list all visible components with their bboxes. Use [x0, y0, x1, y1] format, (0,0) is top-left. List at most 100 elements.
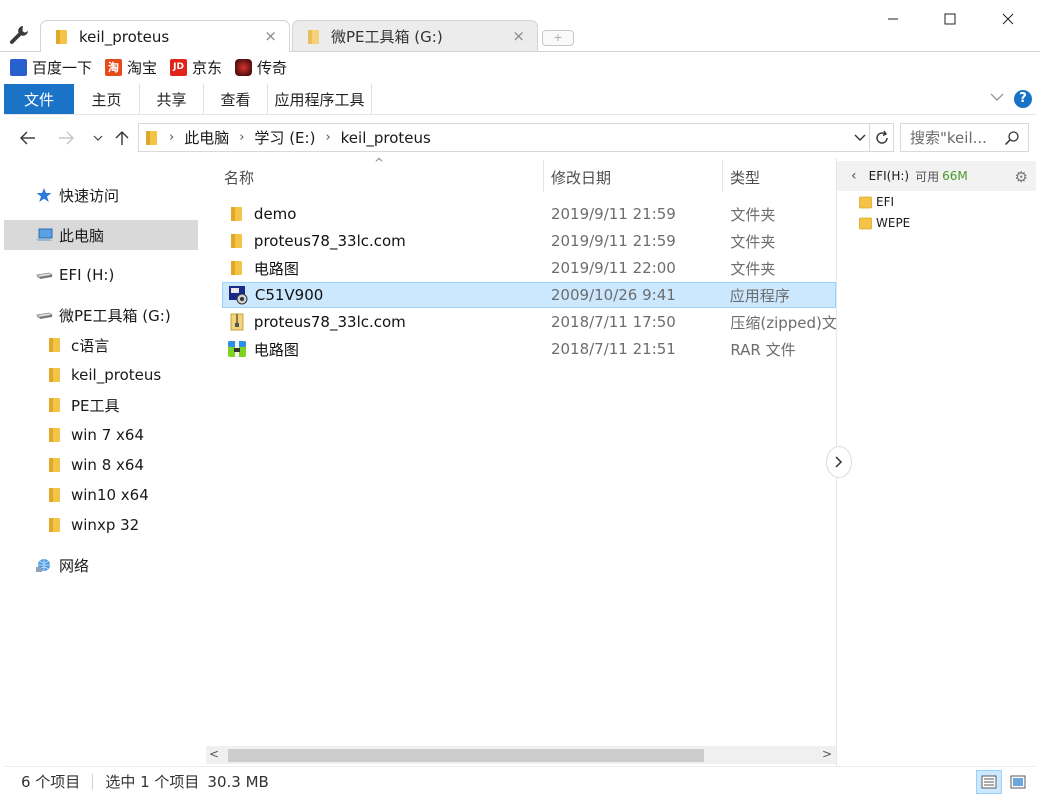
nav-item-network[interactable]: 网络	[4, 550, 198, 580]
breadcrumb-separator-icon[interactable]: ›	[169, 130, 174, 145]
scroll-left-icon[interactable]: <	[209, 747, 219, 761]
network-icon	[36, 559, 50, 572]
nav-item-c-language[interactable]: c语言	[4, 330, 198, 360]
tab-close-icon[interactable]: ×	[512, 27, 525, 45]
folder-icon	[49, 488, 60, 502]
nav-item-wepe-drive[interactable]: 微PE工具箱 (G:)	[4, 300, 198, 330]
bookmark-jd[interactable]: JD 京东	[170, 57, 222, 78]
file-row-circuit-folder[interactable]: 电路图 2019/9/11 22:00 文件夹	[222, 255, 836, 281]
column-name[interactable]: 名称	[224, 167, 254, 188]
file-modified: 2019/9/11 22:00	[550, 259, 676, 277]
maximize-button[interactable]	[927, 6, 973, 32]
bookmark-taobao[interactable]: 淘 淘宝	[105, 57, 157, 78]
nav-item-efi-drive[interactable]: EFI (H:)	[4, 260, 198, 290]
nav-item-label: 快速访问	[59, 186, 120, 205]
column-type[interactable]: 类型	[730, 167, 760, 188]
side-panel-item-label: EFI	[876, 195, 895, 209]
file-type: 文件夹	[730, 232, 776, 251]
nav-item-this-pc[interactable]: 此电脑	[4, 220, 198, 250]
preview-pane-toggle[interactable]	[826, 446, 852, 478]
up-button[interactable]	[112, 128, 132, 148]
chevron-down-icon[interactable]	[853, 129, 867, 147]
ribbon-tab-home[interactable]: 主页	[74, 84, 140, 114]
side-panel-item-efi[interactable]: EFI	[859, 195, 894, 209]
folder-icon	[49, 458, 60, 472]
close-button[interactable]	[985, 6, 1031, 32]
nav-item-label: win 7 x64	[71, 426, 144, 444]
details-view-button[interactable]	[976, 770, 1002, 794]
file-name: proteus78_33lc.com	[253, 232, 406, 250]
tab-label: 微PE工具箱 (G:)	[331, 28, 443, 46]
file-row-circuit-rar[interactable]: 电路图 2018/7/11 21:51 RAR 文件	[222, 336, 836, 362]
breadcrumb-separator-icon[interactable]: ›	[325, 130, 330, 145]
breadcrumb-separator-icon[interactable]: ›	[239, 130, 244, 145]
file-row-demo[interactable]: demo 2019/9/11 21:59 文件夹	[222, 201, 836, 227]
ribbon-tabs: 文件 主页 共享 查看 应用程序工具 ?	[4, 84, 1036, 115]
back-button[interactable]	[18, 128, 38, 148]
breadcrumb-keil-proteus[interactable]: keil_proteus	[341, 129, 431, 147]
nav-item-label: EFI (H:)	[59, 266, 115, 284]
column-divider[interactable]	[722, 160, 723, 192]
recent-locations-button[interactable]	[88, 128, 108, 148]
baidu-icon: 🐾	[10, 58, 27, 76]
column-modified[interactable]: 修改日期	[551, 167, 611, 188]
wrench-icon[interactable]	[8, 24, 30, 46]
nav-item-pe-tools[interactable]: PE工具	[4, 390, 198, 420]
file-type: 应用程序	[729, 286, 790, 305]
chevron-left-icon[interactable]: ‹	[851, 168, 857, 184]
new-tab-button[interactable]: +	[542, 30, 574, 46]
tab-wepe[interactable]: 微PE工具箱 (G:) ×	[292, 20, 538, 52]
file-modified: 2018/7/11 17:50	[550, 313, 676, 331]
address-bar[interactable]: › 此电脑 › 学习 (E:) › keil_proteus	[138, 123, 870, 152]
nav-item-keil-proteus[interactable]: keil_proteus	[4, 360, 198, 390]
forward-button[interactable]	[56, 128, 76, 148]
game-icon	[235, 58, 253, 76]
nav-item-label: c语言	[71, 336, 110, 355]
nav-item-winxp[interactable]: winxp 32	[4, 510, 198, 540]
breadcrumb-drive-e[interactable]: 学习 (E:)	[254, 127, 315, 148]
gear-icon[interactable]: ⚙	[1015, 168, 1028, 186]
file-modified: 2018/7/11 21:51	[550, 340, 676, 358]
file-type: RAR 文件	[730, 340, 796, 359]
scrollbar-thumb[interactable]	[228, 749, 704, 762]
nav-item-win7[interactable]: win 7 x64	[4, 420, 198, 450]
arrow-right-icon	[59, 131, 74, 145]
selection-count: 选中 1 个项目	[105, 773, 200, 791]
bookmark-baidu[interactable]: 🐾 百度一下	[10, 57, 92, 78]
minimize-button[interactable]	[870, 6, 916, 32]
side-panel-item-wepe[interactable]: WEPE	[859, 216, 910, 230]
file-name: 电路图	[253, 340, 299, 359]
folder-icon	[859, 217, 872, 229]
nav-item-win10[interactable]: win10 x64	[4, 480, 198, 510]
file-type: 文件夹	[730, 259, 776, 278]
nav-item-win8[interactable]: win 8 x64	[4, 450, 198, 480]
folder-icon	[49, 518, 60, 532]
refresh-button[interactable]	[870, 123, 894, 152]
column-divider[interactable]	[543, 160, 544, 192]
scroll-right-icon[interactable]: >	[822, 747, 832, 761]
arrow-left-icon	[20, 131, 35, 145]
file-row-c51v900[interactable]: C51V900 2009/10/26 9:41 应用程序	[222, 282, 836, 308]
ribbon-tab-view[interactable]: 查看	[204, 84, 268, 114]
ribbon-tab-app-tools[interactable]: 应用程序工具	[268, 84, 372, 114]
status-bar: 6 个项目 选中 1 个项目 30.3 MB	[4, 766, 1036, 796]
ribbon-tab-file[interactable]: 文件	[4, 84, 74, 114]
chevron-down-icon[interactable]	[990, 92, 1004, 102]
file-row-proteus-zip[interactable]: proteus78_33lc.com 2018/7/11 17:50 压缩(zi…	[222, 309, 836, 335]
help-button[interactable]: ?	[1014, 90, 1032, 108]
breadcrumb-this-pc[interactable]: 此电脑	[184, 127, 229, 148]
nav-item-quick-access[interactable]: 快速访问	[4, 180, 198, 210]
file-name: proteus78_33lc.com	[253, 313, 406, 331]
side-panel-item-label: WEPE	[876, 216, 911, 230]
large-icons-view-button[interactable]	[1005, 770, 1031, 794]
bookmark-chuanqi[interactable]: 传奇	[235, 57, 287, 78]
ribbon-tab-share[interactable]: 共享	[140, 84, 204, 114]
tab-close-icon[interactable]: ×	[264, 27, 277, 45]
search-icon[interactable]	[1004, 130, 1020, 146]
horizontal-scrollbar[interactable]: < >	[206, 746, 836, 764]
star-icon	[36, 188, 52, 202]
computer-icon	[36, 228, 53, 241]
search-input[interactable]: 搜索"keil...	[900, 123, 1029, 152]
file-row-proteus-folder[interactable]: proteus78_33lc.com 2019/9/11 21:59 文件夹	[222, 228, 836, 254]
tab-keil-proteus[interactable]: keil_proteus ×	[40, 20, 290, 52]
